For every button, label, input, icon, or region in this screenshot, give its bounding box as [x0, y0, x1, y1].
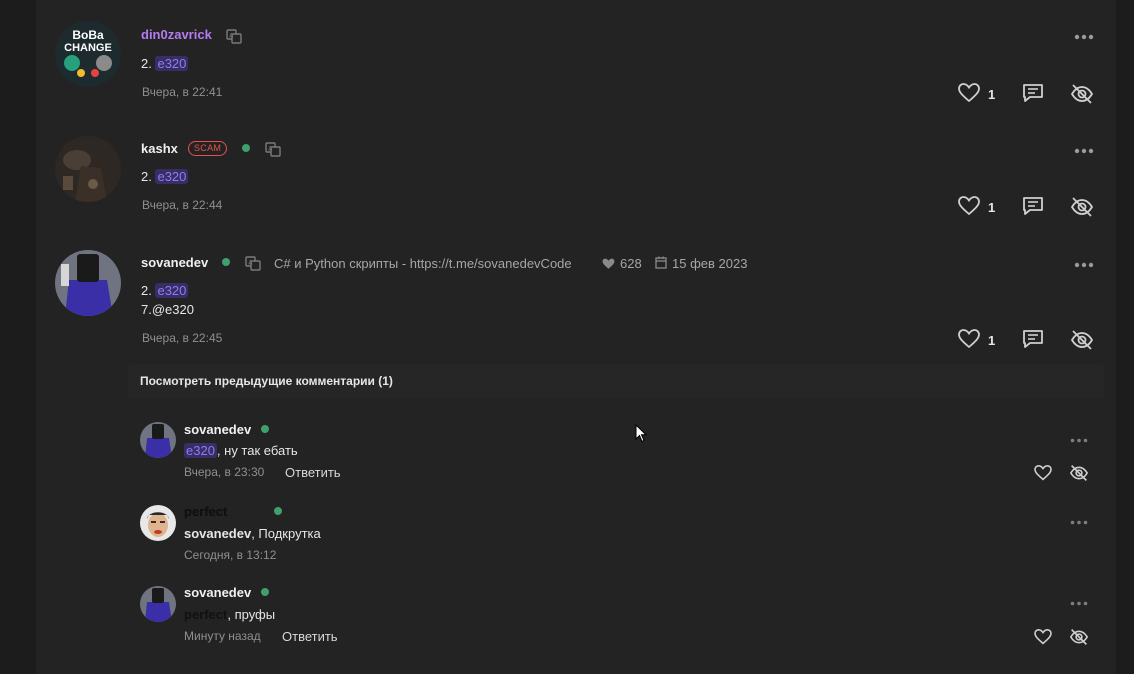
translate-icon[interactable]: A	[226, 28, 242, 49]
reply-icon[interactable]	[1022, 329, 1044, 354]
more-icon[interactable]	[1070, 512, 1088, 530]
comment-text: , Подкрутка	[251, 526, 321, 541]
like-icon[interactable]	[958, 196, 980, 221]
comments-panel: BoBa CHANGE din0zavrick A 2. e320 Вчера,…	[36, 0, 1116, 674]
user-status: C# и Python скрипты - https://t.me/sovan…	[274, 256, 572, 271]
hide-icon[interactable]	[1069, 464, 1089, 487]
mention-link[interactable]: e320	[184, 443, 217, 458]
hide-icon[interactable]	[1069, 628, 1089, 651]
online-indicator	[261, 588, 269, 596]
number-label: 2.	[141, 169, 152, 184]
comment-text: , ну так ебать	[216, 443, 298, 458]
username[interactable]: perfect	[184, 504, 227, 519]
number-label: 2.	[141, 56, 152, 71]
like-count: 1	[988, 200, 996, 215]
avatar[interactable]	[140, 505, 176, 541]
comment-body: sovanedev, Подкрутка	[184, 526, 321, 541]
reply-icon[interactable]	[1022, 83, 1044, 108]
avatar[interactable]	[140, 586, 176, 622]
comment-text: , пруфы	[227, 607, 276, 622]
hide-icon[interactable]	[1070, 329, 1094, 356]
more-icon[interactable]	[1070, 430, 1088, 448]
reply-link[interactable]: Ответить	[282, 629, 338, 644]
comment-body: e320, ну так ебать	[184, 443, 298, 458]
timestamp[interactable]: Вчера, в 22:44	[142, 198, 222, 212]
timestamp[interactable]: Вчера, в 23:30	[184, 465, 264, 479]
avatar[interactable]	[55, 250, 121, 316]
post-body-line2: 7.@e320	[141, 302, 194, 317]
hide-icon[interactable]	[1070, 83, 1094, 110]
mention-link[interactable]: perfect	[184, 607, 227, 622]
like-count: 1	[988, 87, 996, 102]
more-icon[interactable]	[1070, 593, 1088, 611]
avatar-logo-line2: CHANGE	[64, 42, 112, 54]
avatar[interactable]	[140, 422, 176, 458]
registration-date: 15 фев 2023	[672, 256, 748, 271]
translate-icon[interactable]: A	[265, 141, 281, 162]
timestamp[interactable]: Сегодня, в 13:12	[184, 548, 276, 562]
timestamp[interactable]: Вчера, в 22:41	[142, 85, 222, 99]
more-icon[interactable]	[1074, 141, 1094, 159]
username[interactable]: sovanedev	[184, 585, 251, 600]
username[interactable]: din0zavrick	[141, 27, 212, 42]
avatar-logo-line1: BoBa	[72, 28, 104, 42]
scam-badge: SCAM	[188, 141, 228, 156]
like-icon[interactable]	[1034, 464, 1052, 486]
more-icon[interactable]	[1074, 255, 1094, 273]
show-previous-comments-button[interactable]: Посмотреть предыдущие комментарии (1)	[128, 364, 1104, 398]
hide-icon[interactable]	[1070, 196, 1094, 223]
reply-icon[interactable]	[1022, 196, 1044, 221]
translate-icon[interactable]: A	[245, 255, 261, 276]
mention-link[interactable]: e320	[155, 283, 189, 298]
mention-link[interactable]: e320	[155, 169, 189, 184]
calendar-icon	[655, 256, 667, 274]
post-body: 2. e320	[141, 169, 189, 184]
heart-small-icon	[602, 257, 615, 275]
username[interactable]: kashx	[141, 141, 178, 156]
timestamp[interactable]: Минуту назад	[184, 629, 261, 643]
comment-body: perfect, пруфы	[184, 607, 275, 622]
like-count: 1	[988, 333, 996, 348]
reply-link[interactable]: Ответить	[285, 465, 341, 480]
username[interactable]: sovanedev	[141, 255, 208, 270]
reputation-count: 628	[620, 256, 642, 271]
timestamp[interactable]: Вчера, в 22:45	[142, 331, 222, 345]
post-body: 2. e320	[141, 283, 189, 298]
online-indicator	[274, 507, 282, 515]
like-icon[interactable]	[1034, 628, 1052, 650]
online-indicator	[242, 144, 250, 152]
more-icon[interactable]	[1074, 27, 1094, 45]
avatar[interactable]: BoBa CHANGE	[55, 21, 121, 87]
avatar[interactable]	[55, 136, 121, 202]
like-icon[interactable]	[958, 83, 980, 108]
number-label: 2.	[141, 283, 152, 298]
online-indicator	[261, 425, 269, 433]
online-indicator	[222, 258, 230, 266]
post-body: 2. e320	[141, 56, 189, 71]
mention-link[interactable]: e320	[155, 56, 189, 71]
show-previous-label: Посмотреть предыдущие комментарии (1)	[140, 374, 393, 388]
like-icon[interactable]	[958, 329, 980, 354]
username[interactable]: sovanedev	[184, 422, 251, 437]
mention-link[interactable]: sovanedev	[184, 526, 251, 541]
mouse-cursor-icon	[635, 423, 648, 448]
